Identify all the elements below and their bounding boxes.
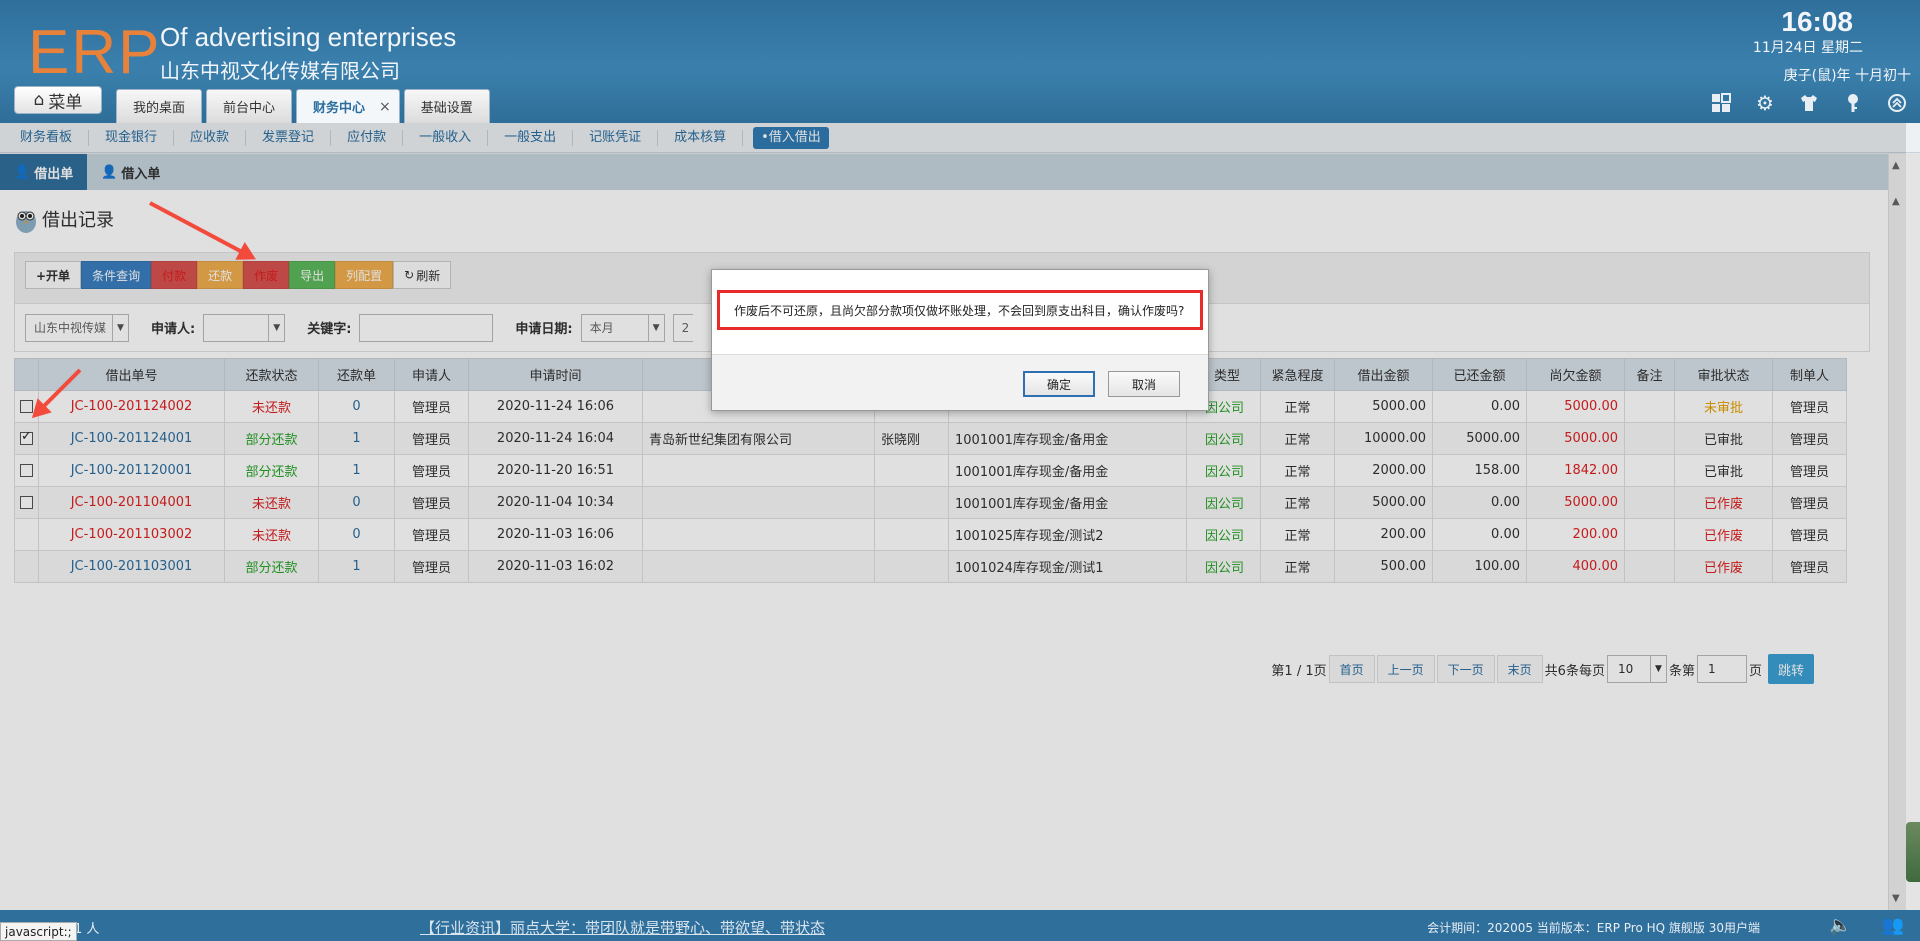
online-users: 1 人 [74, 922, 100, 937]
collapse-icon[interactable] [1886, 92, 1908, 114]
shirt-icon[interactable] [1798, 92, 1820, 114]
menu-label: 菜单 [48, 92, 83, 113]
brand-english: Of advertising enterprises [160, 22, 457, 52]
footer-icons: 🔈 👥 [1829, 915, 1904, 936]
cancel-button[interactable]: 取消 [1108, 371, 1180, 397]
header-tools: ⚙ [1710, 91, 1908, 115]
users-icon[interactable]: 👥 [1882, 915, 1904, 936]
dialog-message: 作废后不可还原，且尚欠部分款项仅做坏账处理，不会回到原支出科目，确认作废吗? [717, 290, 1203, 330]
grid-icon[interactable] [1710, 92, 1732, 114]
version-info: 会计期间：202005 当前版本：ERP Pro HQ 旗舰版 30用户端 [1427, 921, 1760, 935]
clock-panel: 16:08 11月24日 星期二 庚子(鼠)年 十月初十 [1752, 6, 1911, 86]
side-widget[interactable] [1906, 822, 1920, 882]
speaker-icon[interactable]: 🔈 [1829, 915, 1851, 936]
confirm-void-dialog: 作废后不可还原，且尚欠部分款项仅做坏账处理，不会回到原支出科目，确认作废吗? 确… [711, 269, 1209, 411]
tab-my-desktop[interactable]: 我的桌面 [116, 89, 203, 123]
gear-icon[interactable]: ⚙ [1754, 91, 1776, 115]
clock-time: 16:08 [1781, 6, 1853, 37]
tab-front-center[interactable]: 前台中心 [206, 89, 293, 123]
tab-basic-settings[interactable]: 基础设置 [403, 89, 490, 123]
key-icon[interactable] [1842, 92, 1864, 114]
main-tabs: 我的桌面 前台中心 财务中心 × 基础设置 [116, 89, 490, 123]
menu-button[interactable]: ⌂ 菜单 [14, 86, 102, 114]
tab-label: 我的桌面 [133, 101, 186, 116]
tab-label: 前台中心 [223, 101, 276, 116]
clock-lunar: 庚子(鼠)年 十月初十 [1783, 68, 1911, 84]
tab-label: 基础设置 [420, 101, 473, 116]
erp-logo: ERP [28, 18, 162, 87]
home-icon: ⌂ [33, 90, 45, 110]
outer-scrollbar[interactable] [1906, 154, 1920, 910]
close-icon[interactable]: × [379, 99, 391, 115]
brand-chinese: 山东中视文化传媒有限公司 [160, 59, 400, 83]
app-header: ERP Of advertising enterprises 山东中视文化传媒有… [0, 0, 1920, 123]
status-footer: 1 人 【行业资讯】丽点大学：带团队就是带野心、带欲望、带状态 会计期间：202… [0, 910, 1920, 941]
clock-date: 11月24日 星期二 [1752, 40, 1863, 56]
dialog-footer: 确定 取消 [712, 354, 1208, 410]
tab-label: 财务中心 [313, 101, 366, 116]
modal-overlay [0, 123, 1906, 910]
browser-status-text: javascript:; [0, 922, 77, 941]
tab-finance-center[interactable]: 财务中心 × [296, 89, 400, 123]
confirm-button[interactable]: 确定 [1023, 371, 1095, 397]
news-ticker-link[interactable]: 【行业资讯】丽点大学：带团队就是带野心、带欲望、带状态 [420, 917, 825, 938]
